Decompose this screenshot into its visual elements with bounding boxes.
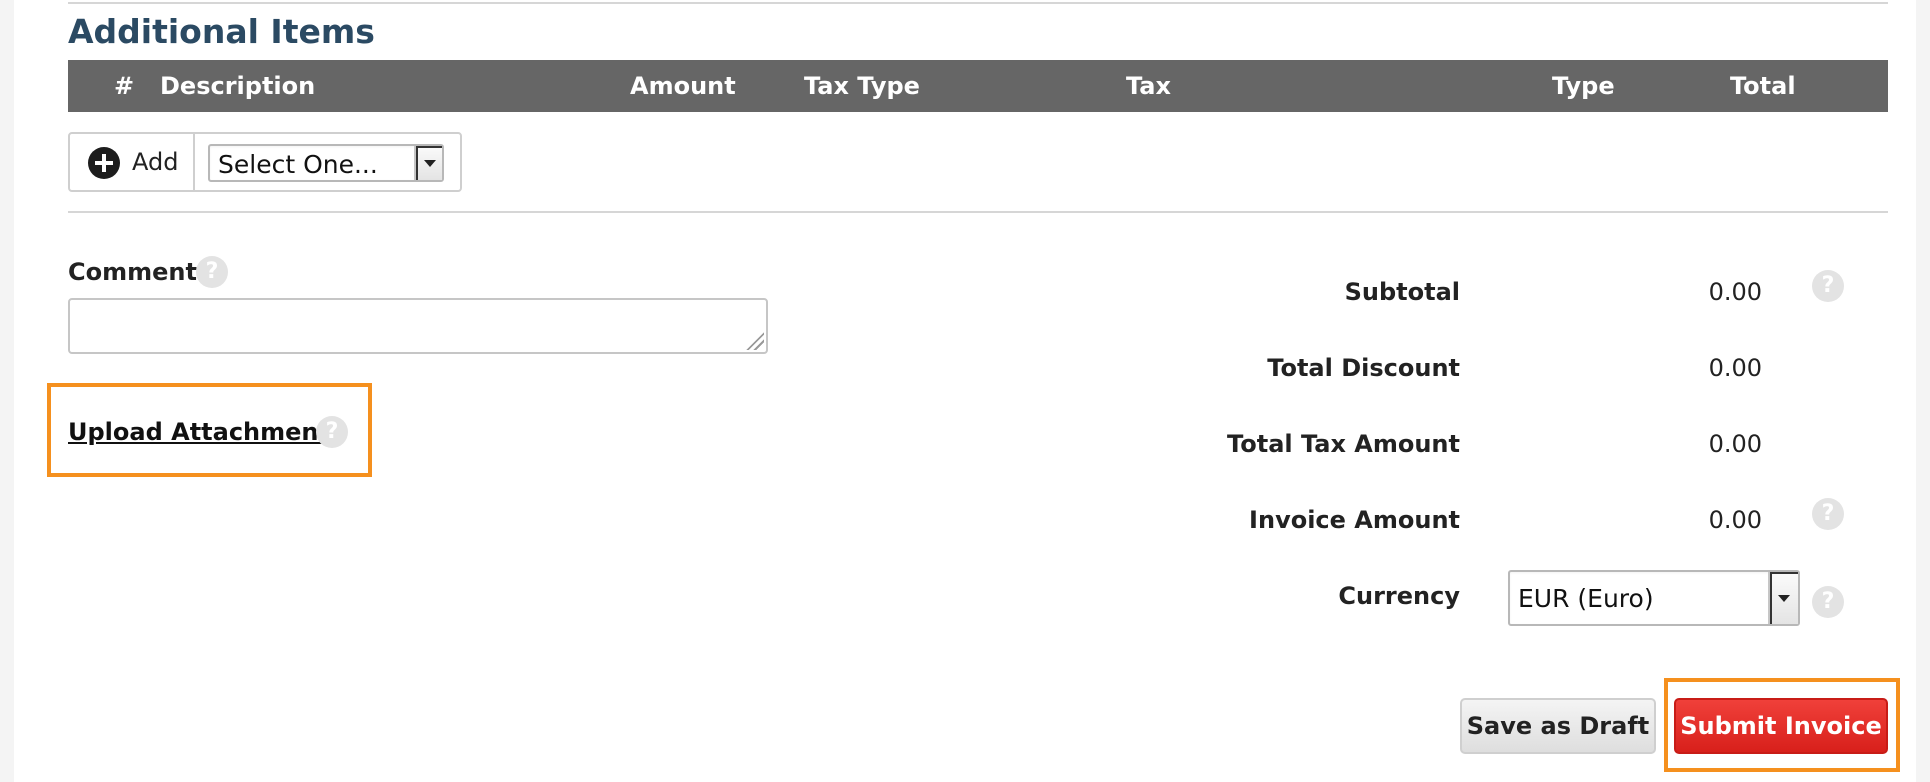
chevron-down-icon xyxy=(1768,572,1798,624)
invoice-amount-value: 0.00 xyxy=(1708,506,1762,534)
comment-textarea[interactable] xyxy=(68,298,768,354)
invoice-amount-label: Invoice Amount xyxy=(1249,506,1460,534)
subtotal-label: Subtotal xyxy=(1344,278,1460,306)
additional-items-table-header: # Description Amount Tax Type Tax Type T… xyxy=(68,60,1888,112)
comment-help-icon[interactable]: ? xyxy=(196,256,228,288)
column-description: Description xyxy=(160,72,316,100)
item-type-select-value: Select One... xyxy=(218,150,378,179)
add-item-label: Add xyxy=(132,148,179,176)
total-discount-value: 0.00 xyxy=(1708,354,1762,382)
column-type: Type xyxy=(1552,72,1615,100)
add-item-button[interactable]: Add xyxy=(70,134,195,190)
middle-divider xyxy=(68,211,1888,213)
currency-label: Currency xyxy=(1338,582,1460,610)
plus-circle-icon xyxy=(88,147,120,179)
currency-help-icon[interactable]: ? xyxy=(1812,586,1844,618)
item-type-select[interactable]: Select One... xyxy=(208,144,444,182)
resize-grip-icon[interactable] xyxy=(746,332,764,350)
subtotal-value: 0.00 xyxy=(1708,278,1762,306)
add-item-group: Add Select One... xyxy=(68,132,462,192)
total-discount-label: Total Discount xyxy=(1267,354,1460,382)
top-divider xyxy=(68,2,1888,4)
column-number: # xyxy=(114,72,135,100)
upload-attachment-link[interactable]: Upload Attachment xyxy=(68,418,330,446)
submit-invoice-button[interactable]: Submit Invoice xyxy=(1674,698,1888,754)
column-amount: Amount xyxy=(630,72,736,100)
total-tax-label: Total Tax Amount xyxy=(1227,430,1460,458)
section-title: Additional Items xyxy=(68,12,375,51)
invoice-amount-help-icon[interactable]: ? xyxy=(1812,498,1844,530)
column-tax: Tax xyxy=(1126,72,1171,100)
column-tax-type: Tax Type xyxy=(804,72,920,100)
invoice-panel: Additional Items # Description Amount Ta… xyxy=(14,0,1916,782)
comment-label: Comment xyxy=(68,258,197,286)
column-total: Total xyxy=(1730,72,1796,100)
total-tax-value: 0.00 xyxy=(1708,430,1762,458)
currency-select[interactable]: EUR (Euro) xyxy=(1508,570,1800,626)
subtotal-help-icon[interactable]: ? xyxy=(1812,270,1844,302)
currency-select-value: EUR (Euro) xyxy=(1518,584,1654,613)
save-as-draft-button[interactable]: Save as Draft xyxy=(1460,698,1656,754)
chevron-down-icon xyxy=(414,146,442,180)
upload-help-icon[interactable]: ? xyxy=(316,416,348,448)
